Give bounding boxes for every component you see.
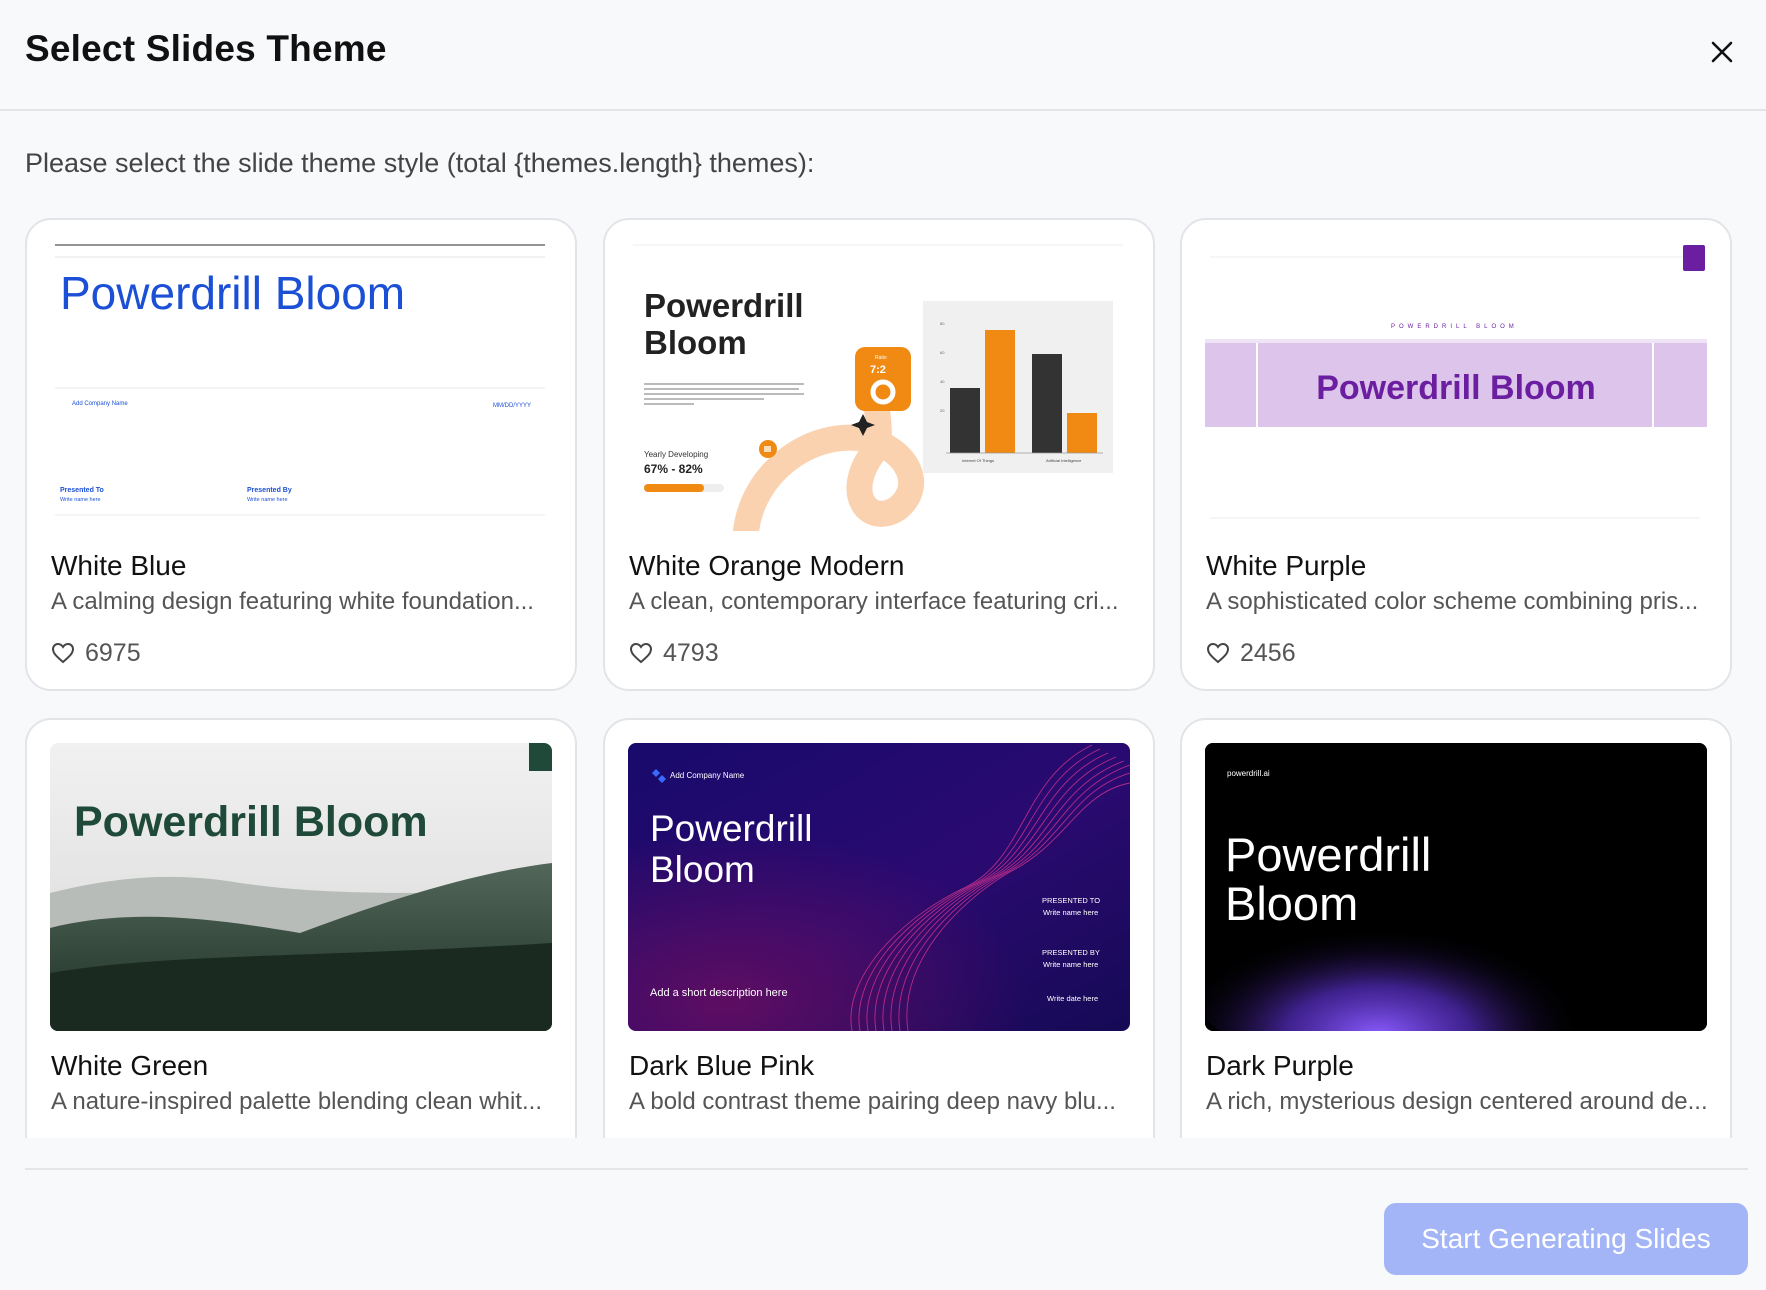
theme-count-text: Please select the slide theme style (tot…	[25, 148, 815, 178]
theme-preview-dark-blue-pink: Add Company Name Powerdrill Bloom PRESEN…	[628, 743, 1130, 1031]
svg-text:Internet Of Things: Internet Of Things	[962, 458, 994, 463]
theme-name: White Blue	[51, 550, 187, 581]
svg-text:POWERDRILL BLOOM: POWERDRILL BLOOM	[1391, 324, 1518, 330]
svg-text:7:2: 7:2	[870, 364, 886, 376]
svg-text:Powerdrill: Powerdrill	[644, 287, 804, 324]
theme-card-dark-purple[interactable]: powerdrill.ai Powerdrill Bloom Dark Purp…	[1180, 718, 1732, 1138]
theme-name: Dark Purple	[1206, 1050, 1354, 1081]
svg-text:40: 40	[940, 379, 945, 384]
svg-text:Powerdrill: Powerdrill	[1225, 828, 1431, 881]
theme-name: White Purple	[1206, 550, 1367, 581]
svg-text:Yearly Developing: Yearly Developing	[644, 450, 708, 459]
theme-preview-white-purple: POWERDRILL BLOOM Powerdrill Bloom	[1205, 243, 1707, 531]
svg-text:PRESENTED TO: PRESENTED TO	[1042, 896, 1100, 905]
svg-text:60: 60	[940, 350, 945, 355]
like-count[interactable]: 6975	[51, 638, 141, 668]
svg-text:powerdrill.ai: powerdrill.ai	[1227, 769, 1270, 778]
theme-description: A nature-inspired palette blending clean…	[51, 1088, 542, 1115]
theme-description: A clean, contemporary interface featurin…	[629, 588, 1119, 615]
theme-description: A calming design featuring white foundat…	[51, 588, 534, 615]
preview-title: Powerdrill Bloom	[60, 267, 405, 319]
svg-text:Write name here: Write name here	[60, 497, 101, 503]
theme-description: A sophisticated color scheme combining p…	[1206, 588, 1699, 615]
theme-card-white-green[interactable]: Powerdrill Bloom White Green A nature-in…	[25, 718, 577, 1138]
theme-preview-white-blue: Powerdrill Bloom Add Company Name MM/DD/…	[50, 243, 552, 531]
theme-preview-dark-purple: powerdrill.ai Powerdrill Bloom	[1205, 743, 1707, 1031]
theme-grid: Please select the slide theme style (tot…	[0, 0, 1766, 1138]
theme-description: A bold contrast theme pairing deep navy …	[629, 1088, 1116, 1115]
theme-name: White Orange Modern	[629, 550, 905, 581]
svg-text:Artificial Intelligence: Artificial Intelligence	[1046, 458, 1082, 463]
like-count[interactable]: 2456	[1206, 638, 1296, 668]
svg-text:Ratio: Ratio	[875, 355, 887, 361]
svg-text:80: 80	[940, 321, 945, 326]
theme-preview-white-green: Powerdrill Bloom	[50, 743, 552, 1031]
svg-text:MM/DD/YYYY: MM/DD/YYYY	[493, 403, 531, 409]
svg-text:Write name here: Write name here	[247, 497, 288, 503]
heart-icon	[51, 642, 75, 664]
like-count[interactable]: 4793	[629, 638, 719, 668]
like-count-value: 6975	[85, 638, 141, 667]
svg-text:Add a short description here: Add a short description here	[650, 987, 788, 999]
svg-text:Presented By: Presented By	[247, 487, 292, 494]
svg-text:67% - 82%: 67% - 82%	[644, 462, 703, 476]
svg-text:Bloom: Bloom	[650, 849, 755, 890]
svg-text:Write name here: Write name here	[1043, 908, 1098, 917]
like-count-value: 4793	[663, 638, 719, 667]
like-count-value: 2456	[1240, 638, 1296, 667]
footer-divider	[25, 1168, 1748, 1170]
theme-card-dark-blue-pink[interactable]: Add Company Name Powerdrill Bloom PRESEN…	[603, 718, 1155, 1138]
theme-preview-white-orange-modern: Powerdrill Bloom Yearly Developing 67% -…	[628, 243, 1130, 531]
svg-text:Powerdrill: Powerdrill	[650, 808, 812, 849]
svg-text:Bloom: Bloom	[1225, 877, 1358, 930]
svg-text:Presented To: Presented To	[60, 487, 104, 494]
heart-icon	[629, 642, 653, 664]
svg-text:Powerdrill Bloom: Powerdrill Bloom	[1316, 369, 1596, 407]
svg-text:Write name here: Write name here	[1043, 960, 1098, 969]
theme-card-white-orange-modern[interactable]: Powerdrill Bloom Yearly Developing 67% -…	[603, 218, 1155, 691]
svg-text:20: 20	[940, 408, 945, 413]
theme-card-white-blue[interactable]: Powerdrill Bloom Add Company Name MM/DD/…	[25, 218, 577, 691]
theme-description: A rich, mysterious design centered aroun…	[1206, 1088, 1708, 1115]
heart-icon	[1206, 642, 1230, 664]
theme-card-white-purple[interactable]: POWERDRILL BLOOM Powerdrill Bloom White …	[1180, 218, 1732, 691]
svg-text:PRESENTED BY: PRESENTED BY	[1042, 948, 1100, 957]
svg-text:Powerdrill Bloom: Powerdrill Bloom	[74, 798, 428, 846]
theme-name: Dark Blue Pink	[629, 1050, 815, 1081]
svg-text:Add Company Name: Add Company Name	[72, 401, 128, 407]
svg-text:Write date here: Write date here	[1047, 994, 1098, 1003]
svg-text:Add Company Name: Add Company Name	[670, 771, 745, 780]
start-generating-button[interactable]: Start Generating Slides	[1384, 1203, 1748, 1275]
svg-text:Bloom: Bloom	[644, 324, 747, 361]
theme-name: White Green	[51, 1050, 209, 1081]
